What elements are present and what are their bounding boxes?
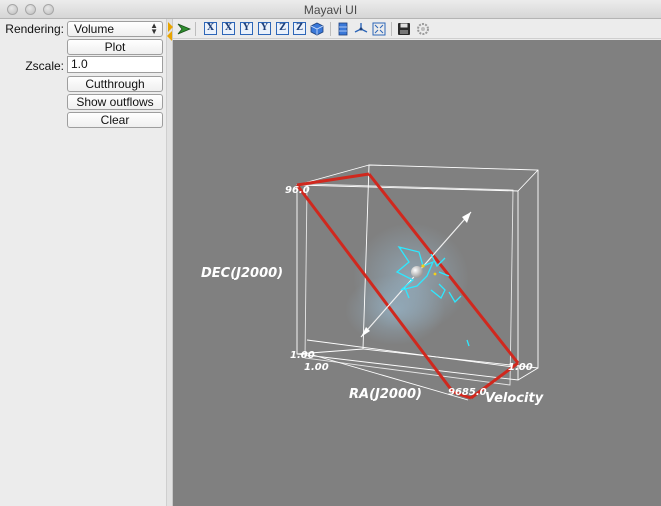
window-title: Mayavi UI (303, 3, 358, 17)
panel-splitter[interactable] (166, 19, 173, 506)
view-plus-x-icon[interactable]: X (222, 22, 235, 35)
view-minus-x-icon[interactable]: X (204, 22, 217, 35)
view-plus-z-icon[interactable]: Z (293, 22, 306, 35)
orientation-axes-icon[interactable] (354, 22, 368, 36)
toolbar-separator (391, 22, 392, 36)
dec-tick-bottom: 1.00 (290, 350, 315, 361)
rendering-select[interactable]: Volume ▲ ▼ (67, 21, 163, 37)
toolbar-separator (195, 22, 196, 36)
ra-axis-label: RA(J2000) (349, 387, 422, 402)
isometric-view-icon[interactable] (310, 22, 324, 36)
rendering-select-value: Volume (74, 22, 115, 36)
ra-tick-end: 9685.0 (448, 387, 487, 398)
volume-render-glow (345, 275, 445, 345)
zscale-label: Zscale: (25, 59, 64, 73)
toggle-axes-icon[interactable] (336, 22, 350, 36)
velocity-tick-end: 1.00 (508, 362, 533, 373)
ra-tick-start: 1.00 (304, 362, 329, 373)
clear-button[interactable]: Clear (67, 112, 163, 128)
view-plus-y-icon[interactable]: Y (258, 22, 271, 35)
show-outflows-button[interactable]: Show outflows (67, 94, 163, 110)
title-bar: Mayavi UI (0, 0, 661, 19)
control-panel: Rendering: Volume ▲ ▼ Plot Zscale: 1.0 Cu… (0, 19, 168, 506)
select-arrows-icon: ▲ ▼ (150, 21, 158, 36)
view-minus-z-icon[interactable]: Z (276, 22, 289, 35)
dec-tick-top: 96.0 (285, 185, 310, 196)
rendering-label: Rendering: (5, 22, 64, 36)
full-screen-icon[interactable] (372, 22, 386, 36)
dec-axis-label: DEC(J2000) (201, 266, 283, 281)
scene-canvas: 96.0 1.00 1.00 9685.0 1.00 DEC(J2000) RA… (201, 164, 544, 406)
mayavi-logo-icon[interactable] (177, 22, 191, 36)
velocity-axis-label: Velocity (485, 391, 544, 406)
gear-icon[interactable] (416, 22, 430, 36)
cutthrough-button[interactable]: Cutthrough (67, 76, 163, 92)
scene-toolbar: X X Y Y Z Z (173, 19, 661, 39)
toolbar-separator (330, 22, 331, 36)
collapse-left-icon[interactable] (167, 31, 172, 41)
plot-button[interactable]: Plot (67, 39, 163, 55)
view-minus-y-icon[interactable]: Y (240, 22, 253, 35)
scene-viewport[interactable]: 96.0 1.00 1.00 9685.0 1.00 DEC(J2000) RA… (173, 40, 661, 506)
save-icon[interactable] (397, 22, 411, 36)
source-sphere (411, 266, 423, 278)
zscale-input[interactable]: 1.0 (67, 56, 163, 73)
